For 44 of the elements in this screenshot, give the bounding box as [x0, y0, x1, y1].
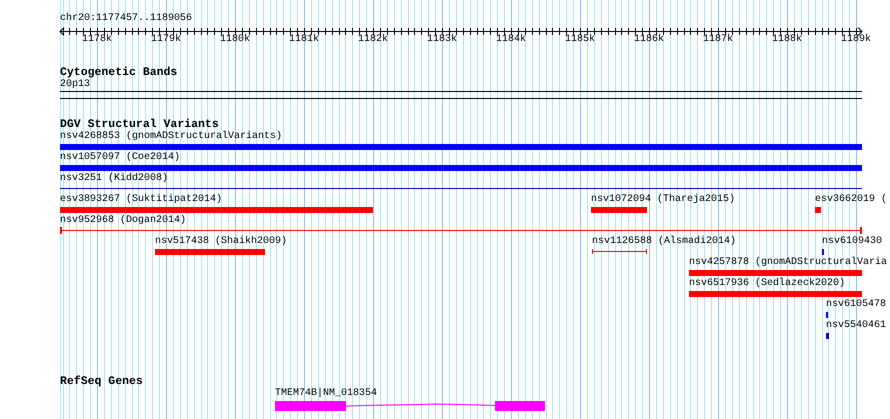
variant-label[interactable]: esv3893267 (Suktitipat2014)	[60, 194, 222, 206]
variant-label[interactable]: nsv3251 (Kidd2008)	[60, 173, 168, 185]
tick-label: 1181k	[289, 34, 320, 46]
variant-bar[interactable]	[689, 270, 862, 276]
tick-label: 1183k	[427, 34, 458, 46]
track-title: Cytogenetic Bands	[60, 67, 178, 79]
variant-bar[interactable]	[815, 207, 821, 213]
variant-line[interactable]	[60, 227, 862, 234]
variant-bar[interactable]	[155, 249, 265, 255]
variant-bar[interactable]	[826, 333, 829, 339]
variant-bar[interactable]	[60, 207, 373, 213]
variant-label[interactable]: nsv6105478	[826, 299, 886, 311]
location-label: chr20:1177457..1189056	[60, 13, 192, 25]
variant-label[interactable]: nsv6517936 (Sedlazeck2020)	[689, 278, 846, 290]
variant-bar[interactable]	[591, 207, 647, 213]
variant-bar[interactable]	[689, 291, 862, 297]
band-label: 20p13	[60, 79, 90, 91]
tick-label: 1185k	[565, 34, 596, 46]
variant-label[interactable]: esv3662019 (	[815, 194, 888, 206]
tick-label: 1184k	[496, 34, 526, 46]
tick-label: 1187k	[703, 34, 734, 46]
variant-label[interactable]: nsv1072094 (Thareja2015)	[591, 194, 736, 206]
variant-label[interactable]: nsv517438 (Shaikh2009)	[155, 236, 288, 248]
gene-model[interactable]	[275, 401, 545, 411]
tick-label: 1179k	[151, 34, 182, 46]
variant-label[interactable]: nsv952968 (Dogan2014)	[60, 215, 186, 227]
variant-label[interactable]: nsv5540461	[826, 320, 886, 332]
variant-label[interactable]: nsv6109430	[822, 236, 882, 248]
variant-bar[interactable]	[60, 144, 862, 150]
tick-label: 1180k	[220, 34, 250, 46]
tick-label: 1186k	[634, 34, 664, 46]
variant-label[interactable]: nsv1126588 (Alsmadi2014)	[592, 236, 736, 248]
variant-label[interactable]: nsv4268853 (gnomADStructuralVariants)	[60, 131, 282, 143]
variant-line[interactable]	[592, 249, 647, 254]
tick-label: 1189k	[841, 34, 872, 46]
tick-label: 1182k	[358, 34, 388, 46]
track-title: RefSeq Genes	[60, 376, 143, 388]
track-title: DGV Structural Variants	[60, 119, 219, 131]
tick-label: 1188k	[772, 34, 802, 46]
variant-label[interactable]: nsv4257878 (gnomADStructuralVaria	[689, 257, 888, 269]
variant-bar[interactable]	[60, 165, 862, 171]
variant-label[interactable]: nsv1057097 (Coe2014)	[60, 152, 180, 164]
gene-label[interactable]: TMEM74B|NM_018354	[275, 388, 378, 400]
tick-label: 1178k	[82, 34, 112, 46]
